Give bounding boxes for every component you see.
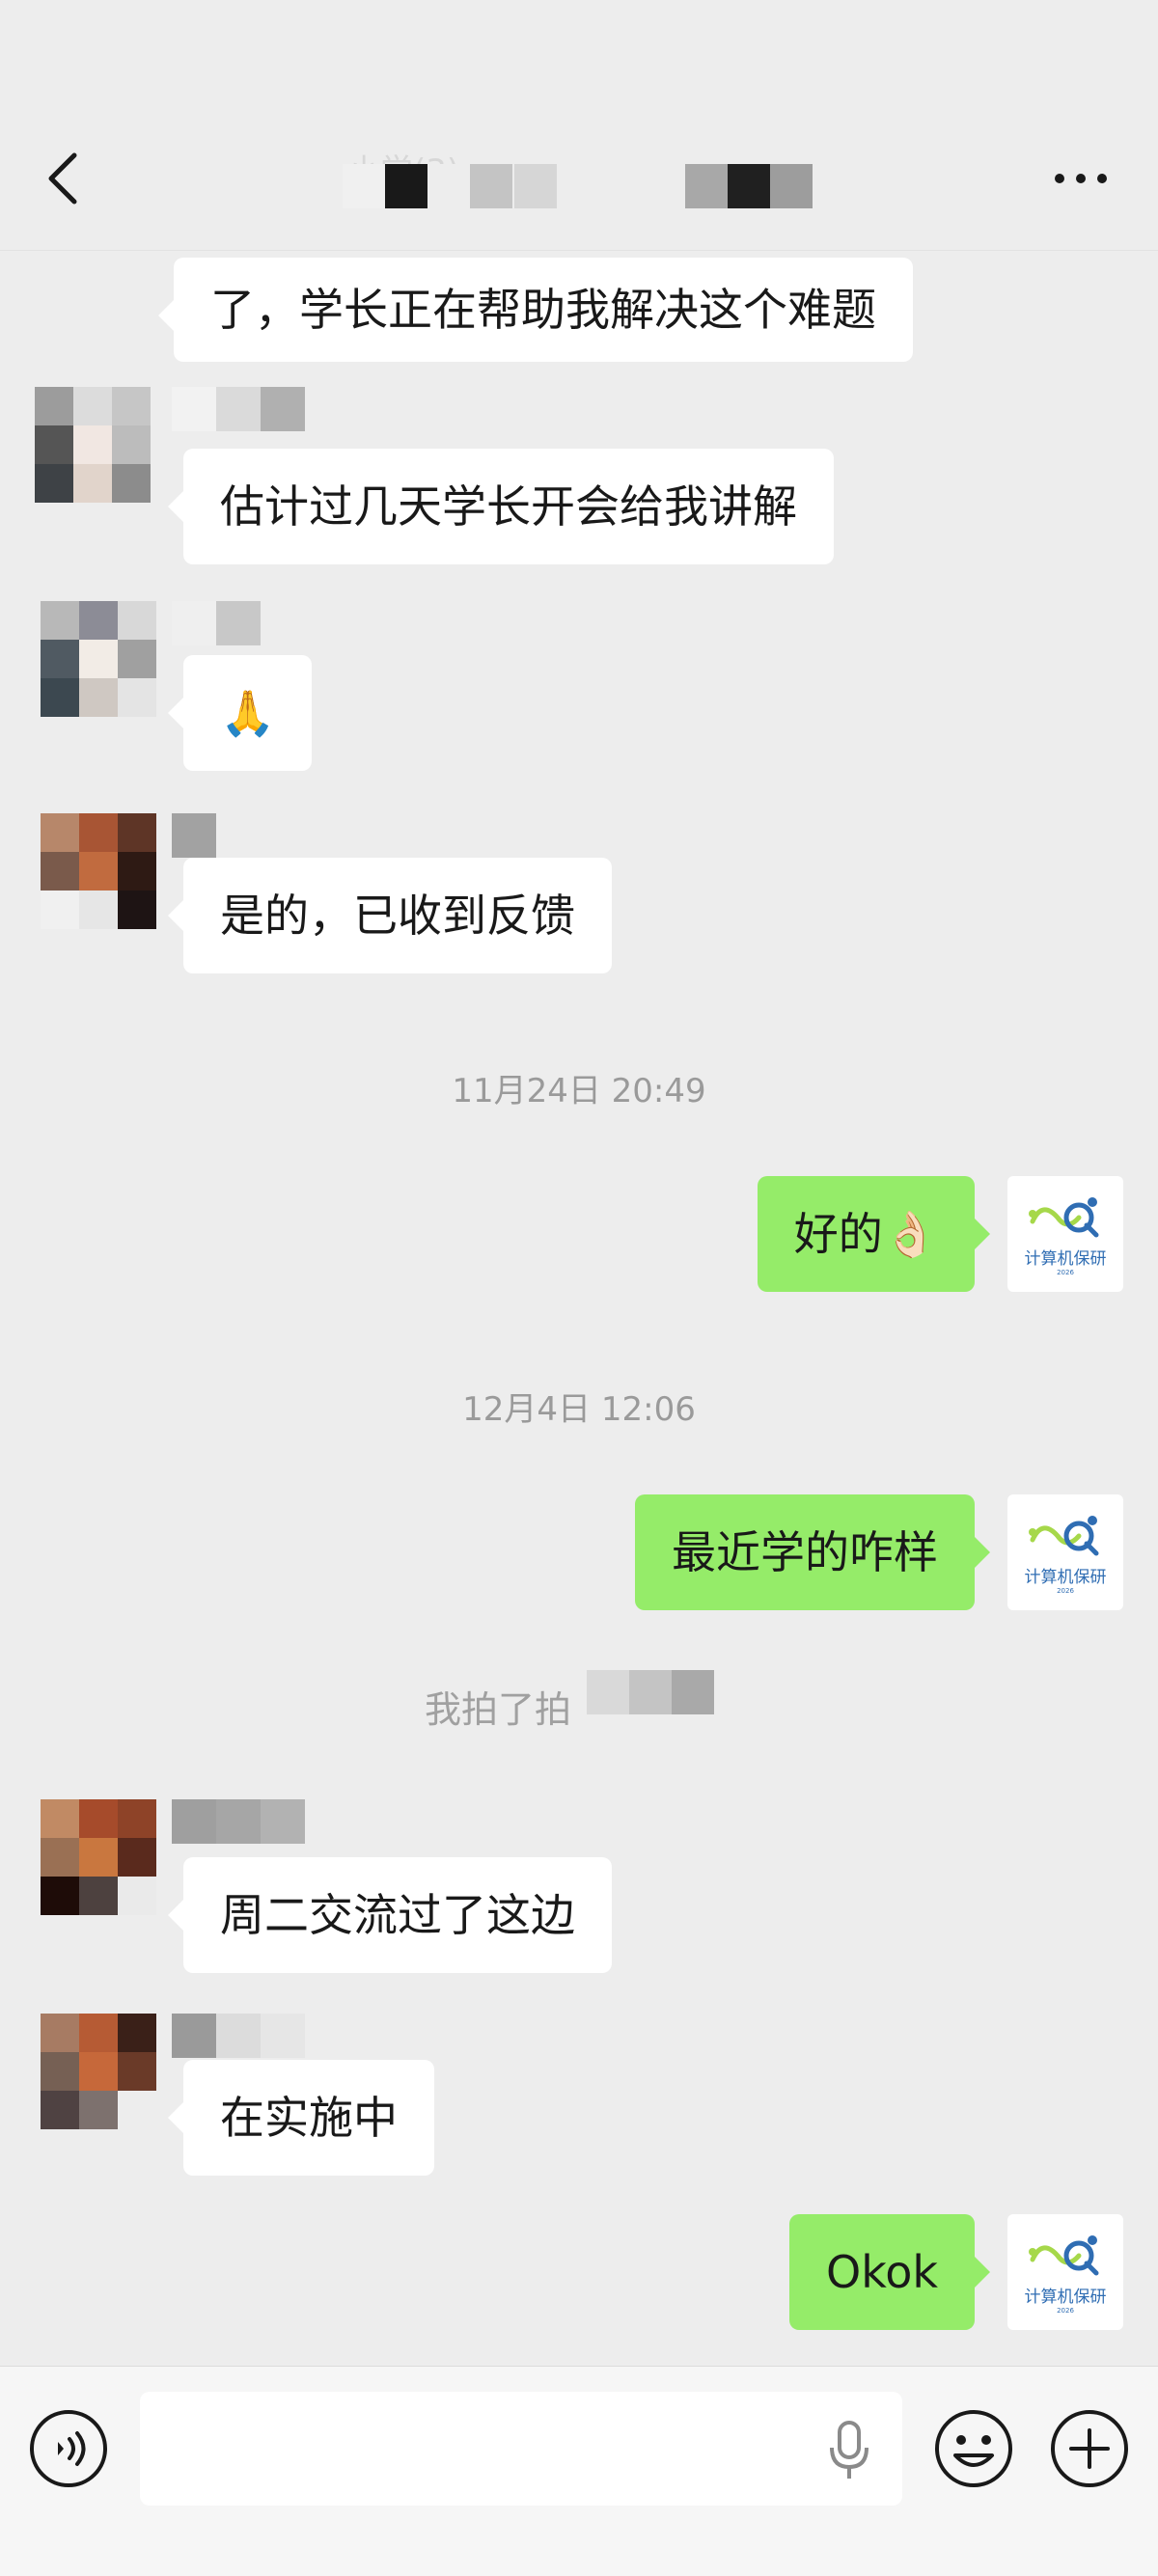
message-text: 估计过几天学长开会给我讲解: [220, 480, 797, 533]
brand-year: 2026: [1057, 1268, 1074, 1276]
pat-target-censor-mosaic: [587, 1670, 714, 1714]
message-text: 是的，已收到反馈: [220, 890, 575, 942]
message-bubble-incoming[interactable]: 🙏: [167, 655, 313, 771]
message-list[interactable]: 了，学长正在帮助我解决这个难题 估计过几天学长开会给我讲解 🙏 是的，已收到反馈…: [0, 252, 1158, 2365]
message-text: Okok: [826, 2246, 938, 2298]
message-timestamp: 11月24日 20:49: [452, 1072, 706, 1110]
message-bubble-outgoing[interactable]: 最近学的咋样: [635, 1494, 990, 1610]
brand-logo-icon: [1029, 2234, 1099, 2275]
more-button[interactable]: [1042, 154, 1119, 203]
message-input[interactable]: [140, 2392, 902, 2506]
message-bubble-incoming[interactable]: 周二交流过了这边: [168, 1857, 612, 1973]
self-avatar[interactable]: 计算机保研 2026: [1007, 2214, 1123, 2330]
brand-logo-icon: [1029, 1196, 1099, 1237]
chat-input-bar: [0, 2366, 1158, 2576]
contact-nickname-censored: [172, 2014, 305, 2058]
message-bubble-outgoing[interactable]: 好的👌🏻: [757, 1176, 991, 1292]
emoji-button[interactable]: [932, 2407, 1015, 2490]
message-bubble-incoming[interactable]: 了，学长正在帮助我解决这个难题: [158, 258, 913, 362]
message-text: 最近学的咋样: [672, 1526, 938, 1578]
voice-mode-button[interactable]: [27, 2407, 110, 2490]
message-text: 了，学长正在帮助我解决这个难题: [210, 284, 876, 336]
voice-wave-icon: [30, 2410, 107, 2487]
message-timestamp: 12月4日 12:06: [462, 1390, 696, 1429]
contact-avatar[interactable]: [41, 601, 156, 717]
message-text: 周二交流过了这边: [220, 1889, 575, 1941]
system-note-text: 我拍了拍: [425, 1688, 572, 1731]
more-functions-button[interactable]: [1048, 2407, 1131, 2490]
contact-avatar[interactable]: [41, 813, 156, 929]
title-censor-mosaic: [343, 164, 512, 208]
plus-circle-icon: [1051, 2410, 1128, 2487]
message-bubble-incoming[interactable]: 估计过几天学长开会给我讲解: [168, 449, 834, 564]
message-text: 在实施中: [220, 2092, 398, 2144]
praying-hands-emoji: 🙏: [220, 687, 276, 739]
contact-avatar[interactable]: [41, 1799, 156, 1915]
self-avatar[interactable]: 计算机保研 2026: [1007, 1176, 1123, 1292]
chevron-left-icon: [48, 152, 77, 205]
brand-year: 2026: [1057, 1586, 1074, 1595]
more-dots-icon: [1055, 174, 1107, 183]
smile-face-icon: [935, 2410, 1012, 2487]
message-bubble-incoming[interactable]: 在实施中: [168, 2060, 434, 2176]
brand-year: 2026: [1057, 2306, 1074, 2315]
microphone-icon: [830, 2421, 868, 2479]
message-text: 好的👌🏻: [793, 1208, 938, 1260]
message-bubble-incoming[interactable]: 是的，已收到反馈: [168, 858, 612, 973]
back-button[interactable]: [39, 145, 87, 212]
brand-name: 计算机保研: [1024, 2287, 1107, 2306]
contact-avatar[interactable]: [41, 2014, 156, 2129]
system-pat-notice: 我拍了拍: [425, 1680, 571, 1733]
title-censor-mosaic: [685, 164, 813, 208]
brand-name: 计算机保研: [1024, 1567, 1107, 1586]
title-censor-mosaic: [514, 164, 557, 208]
contact-nickname-censored: [172, 1799, 305, 1844]
brand-name: 计算机保研: [1024, 1248, 1107, 1268]
brand-logo-icon: [1029, 1515, 1099, 1555]
self-avatar[interactable]: 计算机保研 2026: [1007, 1494, 1123, 1610]
chat-header: 小学(3): [0, 0, 1158, 251]
contact-nickname-censored: [172, 601, 261, 645]
contact-avatar[interactable]: [35, 387, 151, 503]
voice-input-button[interactable]: [825, 2417, 873, 2484]
contact-nickname-censored: [172, 813, 216, 858]
contact-nickname-censored: [172, 387, 305, 431]
message-bubble-outgoing[interactable]: Okok: [789, 2214, 990, 2330]
